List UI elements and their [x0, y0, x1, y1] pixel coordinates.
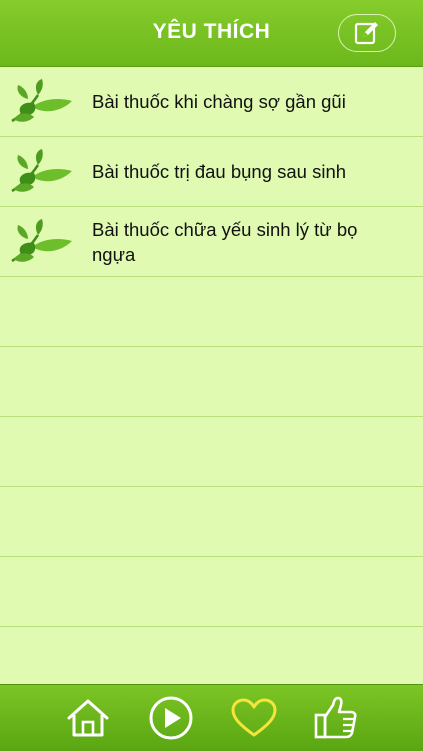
- play-icon: [149, 696, 193, 740]
- edit-icon: [354, 22, 378, 45]
- leaf-icon: [11, 149, 72, 193]
- tab-favorites[interactable]: [230, 694, 278, 742]
- list-item-label: Bài thuốc chữa yếu sinh lý từ bọ ngựa: [92, 218, 358, 265]
- tab-play[interactable]: [147, 694, 195, 742]
- empty-row: [0, 347, 423, 417]
- empty-row: [0, 417, 423, 487]
- tab-home[interactable]: [64, 694, 112, 742]
- header-bar: YÊU THÍCH: [0, 0, 423, 67]
- home-icon: [67, 699, 109, 737]
- tab-like[interactable]: [312, 694, 360, 742]
- favorites-list: Bài thuốc khi chàng sợ gần gũi Bài thuốc…: [0, 67, 423, 697]
- edit-button[interactable]: [338, 14, 396, 52]
- list-item[interactable]: Bài thuốc chữa yếu sinh lý từ bọ ngựa: [0, 207, 423, 277]
- tab-bar: [0, 684, 423, 751]
- empty-row: [0, 487, 423, 557]
- thumbs-up-icon: [314, 696, 357, 739]
- empty-row: [0, 277, 423, 347]
- list-item-label: Bài thuốc khi chàng sợ gần gũi: [92, 91, 346, 112]
- empty-row: [0, 557, 423, 627]
- list-item-label: Bài thuốc trị đau bụng sau sinh: [92, 161, 347, 182]
- leaf-icon: [11, 79, 72, 123]
- heart-icon: [231, 698, 277, 737]
- list-item[interactable]: Bài thuốc khi chàng sợ gần gũi: [0, 67, 423, 137]
- list-item[interactable]: Bài thuốc trị đau bụng sau sinh: [0, 137, 423, 207]
- leaf-icon: [11, 219, 72, 263]
